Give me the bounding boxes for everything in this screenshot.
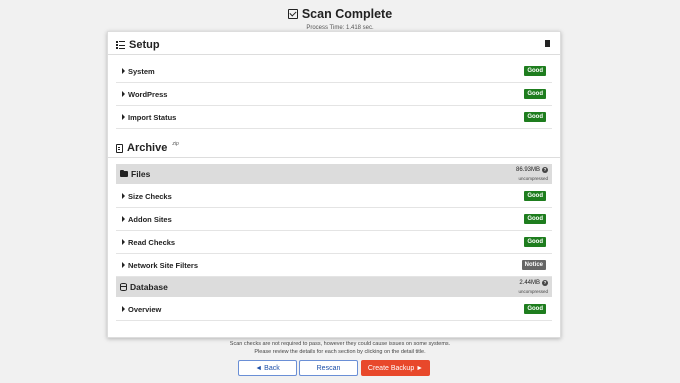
caret-right-icon <box>122 193 125 199</box>
caret-right-icon <box>122 306 125 312</box>
help-icon[interactable]: ? <box>542 166 548 173</box>
document-icon[interactable] <box>545 40 550 47</box>
setup-heading: Setup <box>116 39 160 51</box>
list-check-icon <box>116 41 125 49</box>
create-backup-button[interactable]: Create Backup ► <box>361 360 430 376</box>
scan-header: Scan Complete Process Time: 1.418 sec. <box>0 6 680 31</box>
setup-row-wordpress[interactable]: WordPress Good <box>116 83 552 106</box>
archive-type: zip <box>172 141 179 147</box>
status-badge: Good <box>524 214 546 224</box>
page-title: Scan Complete <box>287 7 393 21</box>
back-button[interactable]: ◄ Back <box>238 360 297 376</box>
file-archive-icon <box>116 143 123 153</box>
divider <box>108 54 560 55</box>
scan-footnote: Scan checks are not required to pass, ho… <box>229 341 451 355</box>
status-badge: Good <box>524 89 546 99</box>
setup-title: Setup <box>129 39 160 51</box>
files-size-note: uncompressed <box>518 175 548 181</box>
status-badge: Good <box>524 112 546 122</box>
database-group-header: Database 2.44MB? uncompressed <box>116 277 552 297</box>
scan-complete-title: Scan Complete <box>301 7 393 21</box>
caret-right-icon <box>122 216 125 222</box>
database-icon <box>120 283 127 291</box>
status-badge: Good <box>524 237 546 247</box>
rescan-button[interactable]: Rescan <box>299 360 358 376</box>
help-icon[interactable]: ? <box>542 279 548 286</box>
caret-right-icon <box>122 239 125 245</box>
caret-right-icon <box>122 114 125 120</box>
folder-open-icon <box>120 169 128 177</box>
checkbox-checked-icon <box>287 9 298 19</box>
divider <box>108 157 560 158</box>
status-badge: Notice <box>521 260 546 270</box>
database-size: 2.44MB <box>519 279 540 286</box>
files-row-addon-sites[interactable]: Addon Sites Good <box>116 208 552 231</box>
database-row-overview[interactable]: Overview Good <box>116 298 552 321</box>
archive-heading: Archive zip <box>116 141 179 154</box>
files-size: 86.93MB <box>515 166 540 173</box>
status-badge: Good <box>524 304 546 314</box>
status-badge: Good <box>524 191 546 201</box>
files-row-read-checks[interactable]: Read Checks Good <box>116 231 552 254</box>
setup-row-import-status[interactable]: Import Status Good <box>116 106 552 129</box>
archive-title: Archive <box>127 142 168 154</box>
files-group-header: Files 86.93MB? uncompressed <box>116 164 552 184</box>
caret-right-icon <box>122 262 125 268</box>
scan-results-panel: Setup System Good WordPress Good Import … <box>107 31 561 338</box>
files-row-network-site-filters[interactable]: Network Site Filters Notice <box>116 254 552 277</box>
status-badge: Good <box>524 66 546 76</box>
database-size-note: uncompressed <box>518 288 548 294</box>
files-row-size-checks[interactable]: Size Checks Good <box>116 185 552 208</box>
caret-right-icon <box>122 68 125 74</box>
caret-right-icon <box>122 91 125 97</box>
setup-row-system[interactable]: System Good <box>116 60 552 83</box>
